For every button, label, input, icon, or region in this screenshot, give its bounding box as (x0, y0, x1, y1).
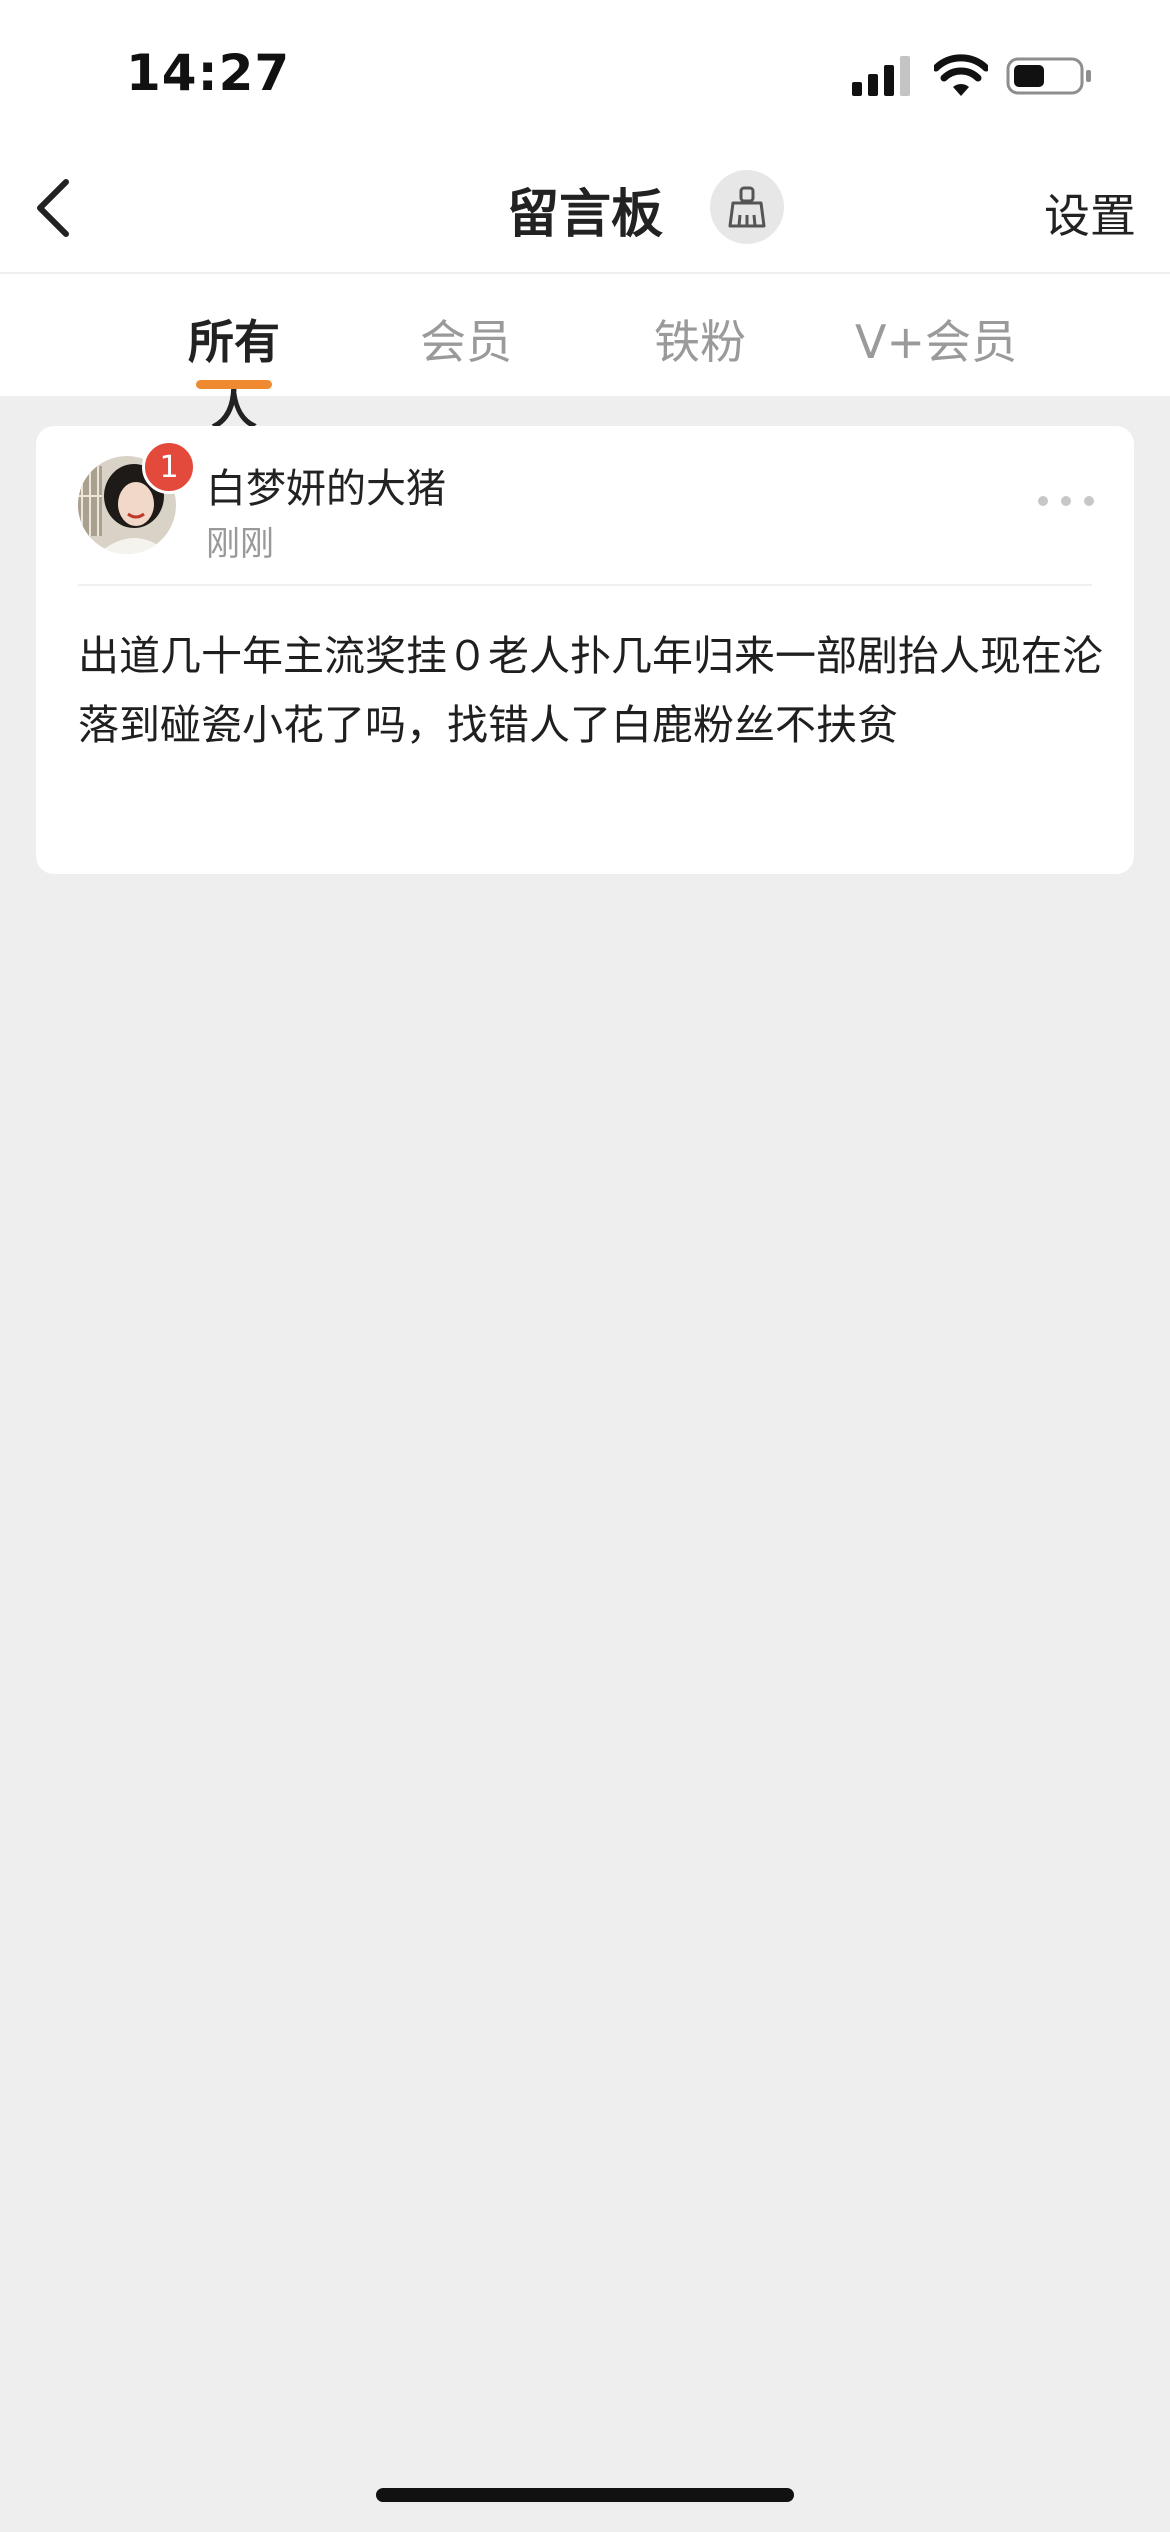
cellular-signal-icon (852, 56, 910, 96)
home-indicator[interactable] (376, 2488, 794, 2502)
divider (78, 584, 1092, 586)
more-dot-icon (1038, 496, 1048, 506)
broom-icon (728, 186, 766, 228)
tab-members[interactable]: 会员 (400, 306, 532, 372)
username[interactable]: 白梦妍的大猪 (206, 456, 446, 514)
more-dot-icon (1061, 496, 1071, 506)
header-area: 14:27 留言板 设置 所有人 会员 铁粉 V+会员 (0, 0, 1170, 435)
active-tab-indicator (196, 380, 272, 389)
page-title: 留言板 (506, 185, 663, 245)
wifi-icon (934, 54, 988, 96)
tab-everyone[interactable]: 所有人 (168, 306, 300, 438)
status-time: 14:27 (126, 44, 291, 102)
message-card: 1 白梦妍的大猪 刚刚 出道几十年主流奖挂０老人扑几年归来一部剧抬人现在沦落到碰… (36, 426, 1134, 874)
timestamp: 刚刚 (206, 524, 274, 564)
divider (0, 272, 1170, 274)
back-button[interactable] (26, 168, 86, 248)
more-options-button[interactable] (1038, 494, 1094, 508)
battery-icon (1006, 57, 1091, 95)
more-dot-icon (1084, 496, 1094, 506)
message-text: 出道几十年主流奖挂０老人扑几年归来一部剧抬人现在沦落到碰瓷小花了吗，找错人了白鹿… (78, 632, 1103, 749)
tab-vplus-members[interactable]: V+会员 (846, 306, 1026, 372)
tab-iron-fans[interactable]: 铁粉 (634, 306, 766, 372)
clean-button[interactable] (710, 170, 784, 244)
settings-button[interactable]: 设置 (1044, 180, 1136, 246)
notification-badge: 1 (142, 440, 196, 494)
